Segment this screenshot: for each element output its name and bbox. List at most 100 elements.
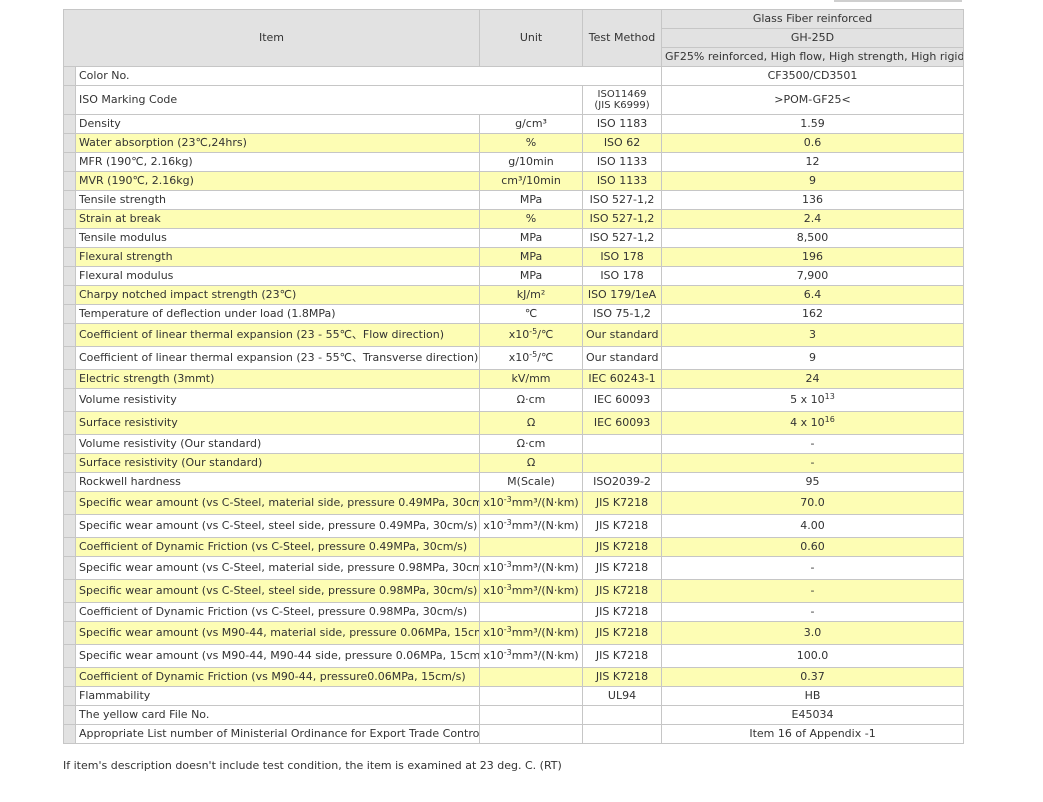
method-cell: ISO 75-1,2 xyxy=(582,304,663,324)
method-cell: ISO11469 (JIS K6999) xyxy=(582,85,663,115)
value-cell: 100.0 xyxy=(661,644,965,668)
row-marker xyxy=(63,724,76,744)
row-marker xyxy=(63,228,76,248)
row-marker xyxy=(63,114,76,134)
item-cell: Water absorption (23℃,24hrs) xyxy=(74,133,481,153)
footnote: If item's description doesn't include te… xyxy=(63,759,562,772)
item-cell: ISO Marking Code xyxy=(74,85,584,115)
item-cell: Coefficient of Dynamic Friction (vs C-St… xyxy=(74,602,481,622)
unit-rest: /℃ xyxy=(537,328,554,341)
method-cell: ISO 527-1,2 xyxy=(582,190,663,210)
unit-cell: x10-3mm³/(N·km) xyxy=(479,579,584,603)
item-cell: The yellow card File No. xyxy=(74,705,481,725)
unit-cell xyxy=(479,705,584,725)
row-marker xyxy=(63,209,76,229)
table-row: Tensile strength MPa ISO 527-1,2 136 xyxy=(63,190,965,210)
value-cell: 24 xyxy=(661,369,965,389)
item-cell: Coefficient of Dynamic Friction (vs C-St… xyxy=(74,537,481,557)
table-row: Coefficient of Dynamic Friction (vs C-St… xyxy=(63,537,965,557)
method-cell: JIS K7218 xyxy=(582,514,663,538)
top-divider xyxy=(834,0,962,2)
method-cell: Our standard xyxy=(582,346,663,370)
unit-cell xyxy=(479,686,584,706)
unit-cell: ℃ xyxy=(479,304,584,324)
unit-cell: kV/mm xyxy=(479,369,584,389)
table-row: Coefficient of linear thermal expansion … xyxy=(63,323,965,347)
unit-cell: kJ/m² xyxy=(479,285,584,305)
value-cell: 196 xyxy=(661,247,965,267)
method-cell: JIS K7218 xyxy=(582,537,663,557)
row-marker xyxy=(63,133,76,153)
value-cell: - xyxy=(661,453,965,473)
row-marker xyxy=(63,472,76,492)
table-row: The yellow card File No. E45034 xyxy=(63,705,965,725)
row-marker xyxy=(63,602,76,622)
unit-cell: x10-3mm³/(N·km) xyxy=(479,514,584,538)
value-cell: 4 x 1016 xyxy=(661,411,965,435)
row-marker xyxy=(63,434,76,454)
unit-cell xyxy=(479,537,584,557)
value-cell: CF3500/CD3501 xyxy=(661,66,965,86)
item-cell: Color No. xyxy=(74,66,663,86)
item-cell: Appropriate List number of Ministerial O… xyxy=(74,724,481,744)
method-cell: ISO2039-2 xyxy=(582,472,663,492)
value-cell: 9 xyxy=(661,171,965,191)
table-row: Surface resistivity (Our standard) Ω - xyxy=(63,453,965,473)
item-cell: Specific wear amount (vs C-Steel, materi… xyxy=(74,491,481,515)
item-cell: Flexural modulus xyxy=(74,266,481,286)
table-row: Color No. CF3500/CD3501 xyxy=(63,66,965,86)
value-base: 5 x 10 xyxy=(790,393,825,406)
method-cell: Our standard xyxy=(582,323,663,347)
value-cell: 1.59 xyxy=(661,114,965,134)
row-marker xyxy=(63,667,76,687)
item-cell: Rockwell hardness xyxy=(74,472,481,492)
table-row: Water absorption (23℃,24hrs)% ISO 62 0.6 xyxy=(63,133,965,153)
table-row: Specific wear amount (vs M90-44, materia… xyxy=(63,621,965,645)
unit-cell: % xyxy=(479,133,584,153)
value-cell: 95 xyxy=(661,472,965,492)
table-row: Specific wear amount (vs C-Steel, steel … xyxy=(63,514,965,538)
value-cell: - xyxy=(661,579,965,603)
method-cell: JIS K7218 xyxy=(582,667,663,687)
item-cell: Coefficient of linear thermal expansion … xyxy=(74,346,481,370)
item-cell: Strain at break xyxy=(74,209,481,229)
unit-rest: /℃ xyxy=(537,351,554,364)
table-row: Charpy notched impact strength (23℃) kJ/m… xyxy=(63,285,965,305)
row-marker xyxy=(63,686,76,706)
header-grade: GH-25D xyxy=(661,28,965,48)
row-marker xyxy=(63,411,76,435)
unit-cell: x10-5/℃ xyxy=(479,323,584,347)
method-cell: ISO 179/1eA xyxy=(582,285,663,305)
item-cell: Coefficient of Dynamic Friction (vs M90-… xyxy=(74,667,481,687)
unit-cell: Ω xyxy=(479,411,584,435)
item-cell: Volume resistivity xyxy=(74,388,481,412)
table-row: Volume resistivity (Our standard) Ω·cm - xyxy=(63,434,965,454)
item-cell: Specific wear amount (vs C-Steel, steel … xyxy=(74,579,481,603)
item-cell: MFR (190℃, 2.16kg) xyxy=(74,152,481,172)
unit-cell: x10-3mm³/(N·km) xyxy=(479,491,584,515)
table-row: Specific wear amount (vs C-Steel, materi… xyxy=(63,491,965,515)
method-cell: IEC 60093 xyxy=(582,411,663,435)
method-cell: ISO 1133 xyxy=(582,152,663,172)
table-row: Specific wear amount (vs C-Steel, materi… xyxy=(63,556,965,580)
row-marker xyxy=(63,285,76,305)
method-cell: JIS K7218 xyxy=(582,621,663,645)
item-cell: Coefficient of linear thermal expansion … xyxy=(74,323,481,347)
unit-cell: Ω·cm xyxy=(479,388,584,412)
method-cell: JIS K7218 xyxy=(582,644,663,668)
item-cell: Surface resistivity xyxy=(74,411,481,435)
item-cell: Flammability xyxy=(74,686,481,706)
item-cell: Specific wear amount (vs C-Steel, materi… xyxy=(74,556,481,580)
unit-base: x10 xyxy=(483,496,504,509)
value-cell: 0.6 xyxy=(661,133,965,153)
item-cell: Surface resistivity (Our standard) xyxy=(74,453,481,473)
unit-exponent: -3 xyxy=(503,625,512,634)
unit-exponent: -3 xyxy=(503,560,512,569)
header-test-method: Test Method xyxy=(582,9,663,67)
table-row: Density g/cm³ ISO 1183 1.59 xyxy=(63,114,965,134)
table-row: Coefficient of Dynamic Friction (vs C-St… xyxy=(63,602,965,622)
table-row: Specific wear amount (vs M90-44, M90-44 … xyxy=(63,644,965,668)
table-row: Flammability UL94 HB xyxy=(63,686,965,706)
unit-rest: mm³/(N·km) xyxy=(511,561,579,574)
unit-cell: g/cm³ xyxy=(479,114,584,134)
